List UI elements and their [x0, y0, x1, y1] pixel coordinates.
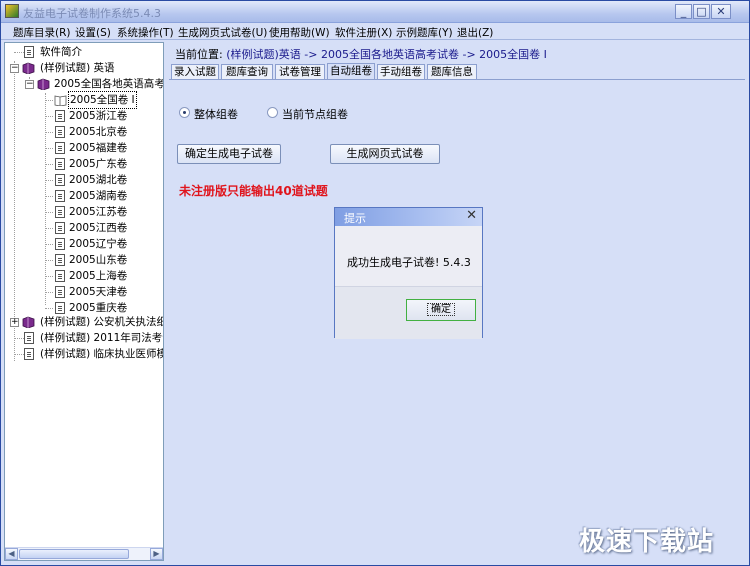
collapse-icon[interactable]: − — [10, 64, 19, 73]
maximize-button[interactable]: □ — [693, 4, 710, 19]
scroll-left-button[interactable]: ◀ — [5, 548, 18, 560]
main-window: 友益电子试卷制作系统5.4.3 _ □ ✕ 题库目录(R) 设置(S) 系统操作… — [0, 0, 750, 566]
window-title: 友益电子试卷制作系统5.4.3 — [23, 7, 161, 20]
dialog-title-bar[interactable]: 提示 ✕ — [335, 208, 482, 226]
close-button[interactable]: ✕ — [711, 4, 731, 19]
tree-line — [45, 164, 53, 165]
tree-line — [14, 338, 24, 339]
watermark-logo: 极速下载站 — [579, 527, 715, 557]
unregistered-warning: 未注册版只能输出40道试题 — [179, 184, 328, 198]
tree-line — [45, 212, 53, 213]
dialog-ok-button[interactable]: 确定 — [406, 299, 476, 321]
tree-line — [14, 354, 24, 355]
minimize-button[interactable]: _ — [675, 4, 692, 19]
document-icon — [55, 158, 65, 170]
menu-item-samples[interactable]: 示例题库(Y) — [396, 25, 453, 40]
tab-input-questions[interactable]: 录入试题 — [171, 64, 219, 79]
title-bar[interactable]: 友益电子试卷制作系统5.4.3 _ □ ✕ — [1, 1, 749, 23]
tree-line — [45, 116, 53, 117]
tree-line — [45, 244, 53, 245]
menu-item-help[interactable]: 使用帮助(W) — [269, 25, 330, 40]
document-icon — [24, 348, 34, 360]
tree-line — [45, 93, 46, 305]
scroll-right-button[interactable]: ▶ — [150, 548, 163, 560]
expand-icon[interactable]: + — [10, 318, 19, 327]
document-icon — [55, 254, 65, 266]
breadcrumb-path: (样例试题)英语 -> 2005全国各地英语高考试卷 -> 2005全国卷 I — [226, 48, 547, 61]
tree-line — [45, 148, 53, 149]
dialog-title: 提示 — [344, 212, 366, 225]
document-icon — [24, 332, 34, 344]
minimize-icon: _ — [680, 5, 687, 18]
book-icon — [37, 78, 50, 90]
document-icon — [55, 222, 65, 234]
app-icon — [5, 4, 19, 18]
book-icon — [22, 316, 35, 328]
document-icon — [55, 286, 65, 298]
tab-paper-manage[interactable]: 试卷管理 — [275, 64, 325, 79]
tab-bank-info[interactable]: 题库信息 — [427, 64, 477, 79]
document-icon — [24, 46, 34, 58]
tree-line — [45, 292, 53, 293]
dialog-ok-label: 确定 — [427, 303, 455, 316]
radio-node-label[interactable]: 当前节点组卷 — [282, 106, 348, 122]
dialog-button-area: 确定 — [335, 286, 482, 339]
document-icon — [55, 302, 65, 314]
horizontal-scrollbar[interactable]: ◀ ▶ — [5, 547, 163, 560]
close-icon: ✕ — [716, 5, 726, 18]
tree-line — [14, 61, 15, 361]
radio-node-compose[interactable] — [267, 107, 278, 118]
dialog-message: 成功生成电子试卷! 5.4.3 — [347, 256, 471, 269]
generate-web-button[interactable]: 生成网页式试卷 — [330, 144, 440, 164]
document-icon — [55, 270, 65, 282]
document-icon — [55, 190, 65, 202]
generate-electronic-button[interactable]: 确定生成电子试卷 — [177, 144, 281, 164]
dialog-close-icon[interactable]: ✕ — [466, 208, 477, 223]
radio-whole-label[interactable]: 整体组卷 — [194, 106, 238, 122]
document-icon — [55, 238, 65, 250]
arrow-left-icon: ◀ — [8, 549, 15, 558]
tab-query-bank[interactable]: 题库查询 — [221, 64, 273, 79]
tab-manual-compose[interactable]: 手动组卷 — [377, 64, 425, 79]
menu-item-system[interactable]: 系统操作(T) — [117, 25, 174, 40]
tree-line — [45, 196, 53, 197]
tree-line — [45, 180, 53, 181]
menu-item-register[interactable]: 软件注册(X) — [335, 25, 392, 40]
document-icon — [55, 174, 65, 186]
tree-line — [45, 308, 53, 309]
document-icon — [55, 126, 65, 138]
scroll-thumb[interactable] — [19, 549, 129, 559]
menu-item-question-bank[interactable]: 题库目录(R) — [13, 25, 71, 40]
tree-line — [45, 228, 53, 229]
tree-line — [45, 276, 53, 277]
menu-item-settings[interactable]: 设置(S) — [75, 25, 111, 40]
menu-bar: 题库目录(R) 设置(S) 系统操作(T) 生成网页式试卷(U) 使用帮助(W)… — [1, 23, 749, 40]
arrow-right-icon: ▶ — [153, 549, 160, 558]
radio-whole-compose[interactable] — [179, 107, 190, 118]
info-dialog: 提示 ✕ 成功生成电子试卷! 5.4.3 确定 — [334, 207, 483, 339]
breadcrumb-prefix: 当前位置: — [175, 48, 223, 61]
breadcrumb: 当前位置: (样例试题)英语 -> 2005全国各地英语高考试卷 -> 2005… — [175, 46, 547, 62]
tree-view[interactable]: 软件简介 − (样例试题) 英语 − 2005全国各地英语高考试 2005全国卷… — [4, 42, 164, 561]
book-icon — [22, 62, 35, 74]
collapse-icon[interactable]: − — [25, 80, 34, 89]
document-icon — [55, 206, 65, 218]
tree-line — [14, 52, 24, 53]
tab-auto-compose[interactable]: 自动组卷 — [327, 63, 375, 80]
tree-line — [45, 260, 53, 261]
document-icon — [55, 110, 65, 122]
menu-item-exit[interactable]: 退出(Z) — [457, 25, 493, 40]
open-book-icon — [54, 95, 67, 106]
tree-line — [45, 132, 53, 133]
document-icon — [55, 142, 65, 154]
maximize-icon: □ — [696, 5, 707, 18]
tree-line — [45, 100, 53, 101]
menu-item-web-paper[interactable]: 生成网页式试卷(U) — [178, 25, 267, 40]
